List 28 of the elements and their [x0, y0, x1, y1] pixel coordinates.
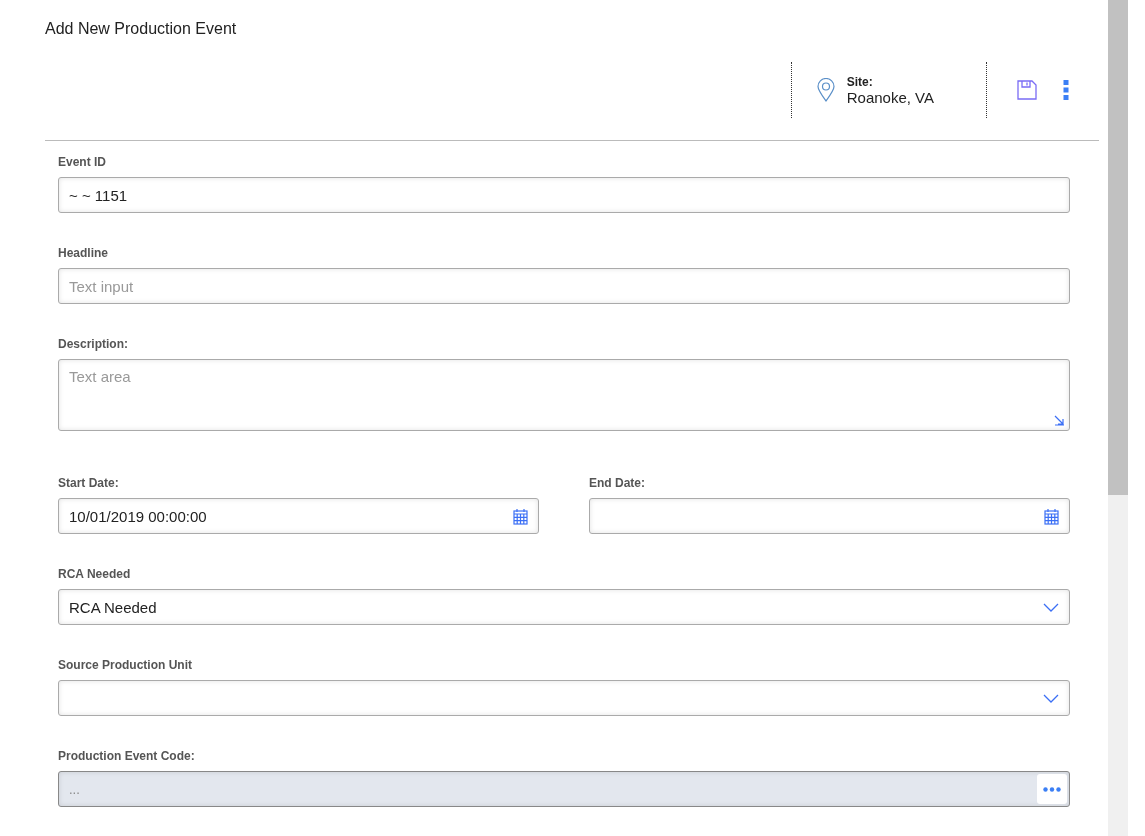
dropdown-field[interactable]: RCA Needed	[58, 589, 1070, 625]
field-label: RCA Needed	[58, 567, 132, 581]
site-label: Site:	[846, 74, 874, 89]
field-label: Start Date:	[58, 476, 120, 490]
field-label: Event ID	[58, 155, 107, 169]
field-label: Production Event Code:	[58, 749, 196, 763]
field-label: Headline	[58, 246, 109, 260]
chevron-down-icon[interactable]	[1043, 602, 1059, 612]
chevron-down-icon[interactable]	[1043, 693, 1059, 703]
calendar-icon[interactable]	[513, 507, 528, 525]
date-field[interactable]	[589, 498, 1070, 534]
site-value: Roanoke, VA	[846, 88, 934, 106]
location-pin-icon	[816, 78, 835, 102]
field-label: Source Production Unit	[58, 658, 193, 672]
scrollbar[interactable]	[1108, 0, 1128, 836]
input-field[interactable]: Text input	[58, 268, 1070, 304]
dropdown-field[interactable]	[58, 680, 1070, 716]
field-label: Description:	[58, 337, 129, 351]
more-menu-button[interactable]	[1063, 80, 1069, 100]
input-field[interactable]: ~ ~ 1151	[58, 177, 1070, 213]
resize-handle-icon[interactable]	[1054, 415, 1065, 426]
field-label: End Date:	[589, 476, 646, 490]
page-title: Add New Production Event	[45, 20, 238, 39]
date-field[interactable]: 10/01/2019 00:00:00	[58, 498, 539, 534]
text-area[interactable]: Text area	[58, 359, 1070, 431]
scrollbar-thumb[interactable]	[1108, 0, 1128, 495]
save-button[interactable]	[1017, 80, 1037, 100]
calendar-icon[interactable]	[1044, 507, 1059, 525]
